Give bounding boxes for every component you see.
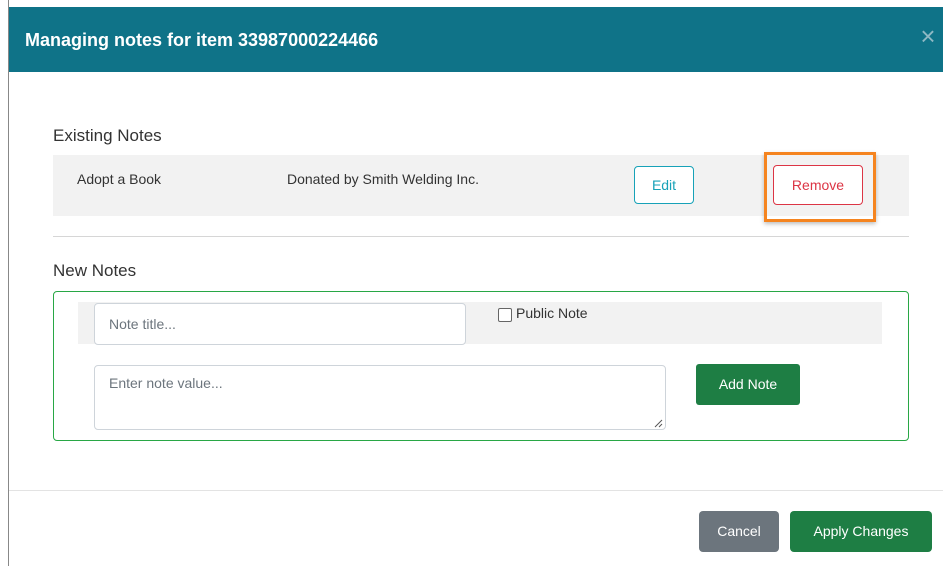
add-note-button[interactable]: Add Note [696,364,800,405]
note-value-input[interactable] [94,365,666,430]
existing-notes-heading: Existing Notes [53,126,162,145]
note-title-input[interactable] [94,303,466,345]
new-note-form: Public Note Add Note [53,291,909,441]
footer-divider [9,490,943,491]
public-note-checkbox[interactable] [498,308,512,322]
section-divider [53,236,909,237]
cancel-button[interactable]: Cancel [699,511,779,552]
existing-note-row: Adopt a Book Donated by Smith Welding In… [53,152,909,222]
remove-note-button[interactable]: Remove [773,165,863,205]
manage-notes-modal: Managing notes for item 33987000224466 ×… [8,0,943,566]
apply-changes-button[interactable]: Apply Changes [790,511,932,552]
modal-title: Managing notes for item 33987000224466 [25,30,379,50]
public-note-label: Public Note [516,305,588,321]
new-notes-heading: New Notes [53,261,137,280]
modal-header: Managing notes for item 33987000224466 × [9,7,943,72]
existing-note-value: Donated by Smith Welding Inc. [287,171,479,187]
edit-note-button[interactable]: Edit [634,166,694,204]
existing-note-title: Adopt a Book [77,171,162,187]
close-icon[interactable]: × [918,23,938,49]
